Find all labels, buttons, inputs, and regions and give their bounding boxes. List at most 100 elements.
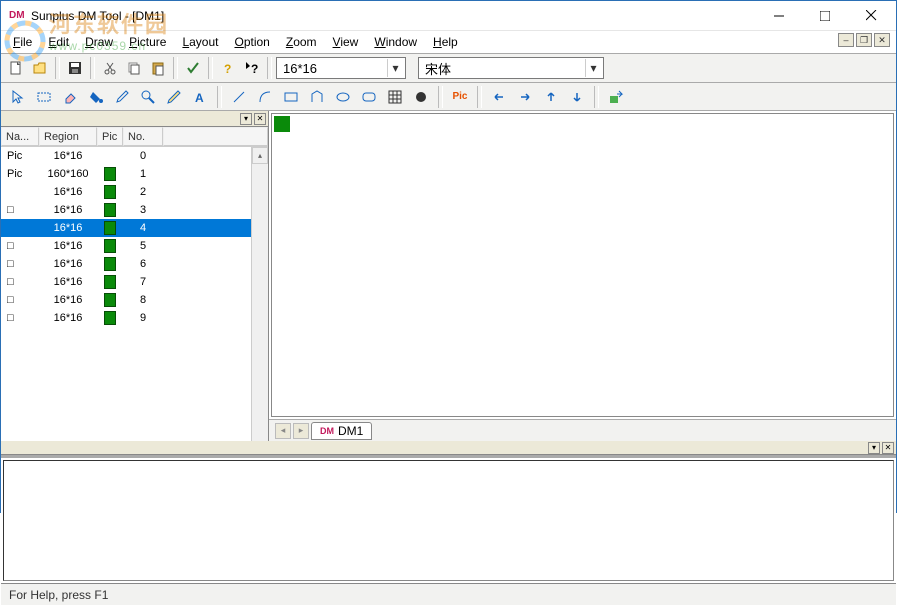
pic-label-button[interactable]: Pic (449, 86, 471, 108)
eyedropper-tool[interactable] (111, 86, 133, 108)
new-button[interactable] (5, 57, 27, 79)
zoom-tool[interactable] (137, 86, 159, 108)
tab-prev-button[interactable]: ◂ (275, 423, 291, 439)
tab-dm1[interactable]: DM DM1 (311, 422, 372, 440)
cell-no: 2 (123, 186, 163, 198)
bottom-panel-controls: ▾ ✕ (1, 441, 896, 455)
canvas[interactable] (271, 113, 894, 417)
col-region[interactable]: Region (39, 127, 97, 146)
open-button[interactable] (29, 57, 51, 79)
close-button[interactable] (848, 1, 894, 31)
menu-help[interactable]: Help (425, 33, 466, 51)
work-area: ▾ ✕ Na... Region Pic No. Pic16*160Pic160… (1, 111, 896, 441)
eraser-tool[interactable] (59, 86, 81, 108)
menubar: File Edit Draw Picture Layout Option Zoo… (1, 31, 896, 53)
table-row[interactable]: 16*16 2 (1, 183, 251, 201)
tab-label: DM1 (338, 424, 363, 438)
menu-view[interactable]: View (325, 33, 367, 51)
menu-zoom[interactable]: Zoom (278, 33, 325, 51)
cell-region: 16*16 (39, 186, 97, 198)
size-combo[interactable]: 16*16 ▾ (276, 57, 406, 79)
cell-no: 9 (123, 312, 163, 324)
col-name[interactable]: Na... (1, 127, 39, 146)
help-button[interactable]: ? (217, 57, 239, 79)
table-row[interactable]: □16*165 (1, 237, 251, 255)
menu-picture[interactable]: Picture (121, 33, 174, 51)
right-panel: ◂ ▸ DM DM1 (269, 111, 896, 441)
list-body[interactable]: Pic16*160Pic160*160116*162□16*16316*164□… (1, 147, 251, 441)
menu-file[interactable]: File (5, 33, 40, 51)
col-no[interactable]: No. (123, 127, 163, 146)
export-button[interactable] (605, 86, 627, 108)
mdi-restore-button[interactable]: ❐ (856, 33, 872, 47)
line-tool[interactable] (228, 86, 250, 108)
paste-button[interactable] (147, 57, 169, 79)
menu-draw[interactable]: Draw (77, 33, 121, 51)
filled-circle-tool[interactable] (410, 86, 432, 108)
ellipse-tool[interactable] (332, 86, 354, 108)
grid-tool[interactable] (384, 86, 406, 108)
cell-no: 0 (123, 150, 163, 162)
table-row[interactable]: □16*167 (1, 273, 251, 291)
table-row[interactable]: Pic16*160 (1, 147, 251, 165)
polygon-tool[interactable] (306, 86, 328, 108)
table-row[interactable]: Pic160*1601 (1, 165, 251, 183)
bottom-panel-close-button[interactable]: ✕ (882, 442, 894, 454)
col-pic[interactable]: Pic (97, 127, 123, 146)
arrow-right-button[interactable] (514, 86, 536, 108)
cell-name: □ (1, 204, 39, 216)
table-row[interactable]: 16*164 (1, 219, 251, 237)
cell-name: Pic (1, 168, 39, 180)
font-combo[interactable]: 宋体 ▾ (418, 57, 604, 79)
cell-name: □ (1, 294, 39, 306)
font-combo-value: 宋体 (421, 59, 585, 78)
fill-tool[interactable] (85, 86, 107, 108)
app-icon: DM (9, 8, 25, 24)
menu-option[interactable]: Option (226, 33, 277, 51)
maximize-button[interactable] (802, 1, 848, 31)
mdi-close-button[interactable]: ✕ (874, 33, 890, 47)
roundrect-tool[interactable] (358, 86, 380, 108)
table-row[interactable]: □16*168 (1, 291, 251, 309)
table-row[interactable]: □16*169 (1, 309, 251, 327)
pencil-tool[interactable] (163, 86, 185, 108)
curve-tool[interactable] (254, 86, 276, 108)
cell-region: 16*16 (39, 240, 97, 252)
panel-close-button[interactable]: ✕ (254, 113, 266, 125)
bottom-panel (1, 455, 896, 583)
cell-name: Pic (1, 150, 39, 162)
select-rect-tool[interactable] (33, 86, 55, 108)
cell-pic (97, 221, 123, 235)
save-button[interactable] (64, 57, 86, 79)
text-tool[interactable]: A (189, 86, 211, 108)
chevron-down-icon: ▾ (387, 59, 403, 77)
output-area[interactable] (3, 460, 894, 581)
tab-next-button[interactable]: ▸ (293, 423, 309, 439)
menu-edit[interactable]: Edit (40, 33, 77, 51)
table-row[interactable]: □16*163 (1, 201, 251, 219)
menu-layout[interactable]: Layout (174, 33, 226, 51)
mdi-minimize-button[interactable]: – (838, 33, 854, 47)
menu-window[interactable]: Window (366, 33, 425, 51)
cell-region: 16*16 (39, 204, 97, 216)
check-button[interactable] (182, 57, 204, 79)
cell-name: □ (1, 312, 39, 324)
bottom-panel-dropdown-button[interactable]: ▾ (868, 442, 880, 454)
cell-no: 6 (123, 258, 163, 270)
rect-tool[interactable] (280, 86, 302, 108)
copy-button[interactable] (123, 57, 145, 79)
pointer-tool[interactable] (7, 86, 29, 108)
minimize-button[interactable] (756, 1, 802, 31)
cut-button[interactable] (99, 57, 121, 79)
arrow-down-button[interactable] (566, 86, 588, 108)
scrollbar-vertical[interactable]: ▴ (251, 147, 268, 441)
table-row[interactable]: □16*166 (1, 255, 251, 273)
canvas-sprite[interactable] (274, 116, 290, 132)
col-blank (163, 127, 268, 146)
context-help-button[interactable]: ? (241, 57, 263, 79)
arrow-left-button[interactable] (488, 86, 510, 108)
svg-text:?: ? (224, 62, 231, 76)
panel-dropdown-button[interactable]: ▾ (240, 113, 252, 125)
arrow-up-button[interactable] (540, 86, 562, 108)
status-text: For Help, press F1 (9, 588, 108, 602)
